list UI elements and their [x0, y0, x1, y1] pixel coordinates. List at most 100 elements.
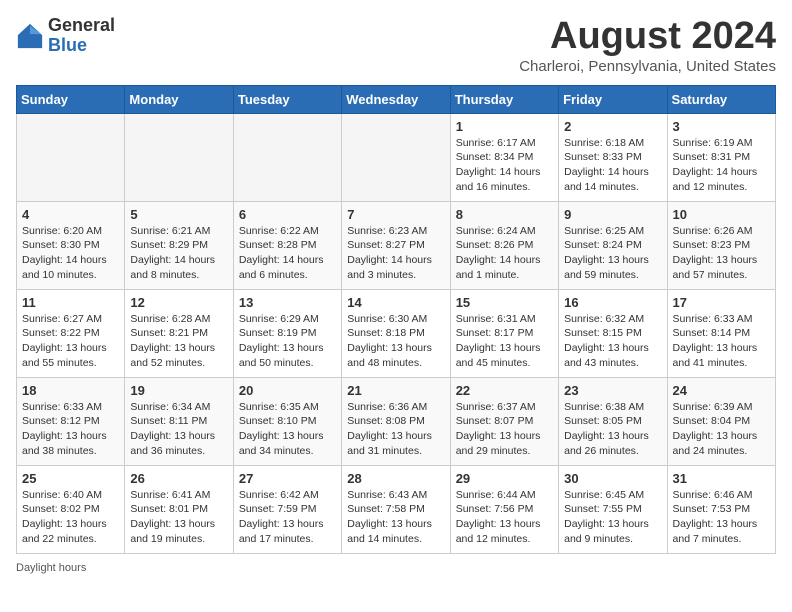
day-number: 7	[347, 207, 444, 222]
day-number: 11	[22, 295, 119, 310]
day-header-saturday: Saturday	[667, 85, 775, 113]
calendar-cell: 18 Sunrise: 6:33 AM Sunset: 8:12 PM Dayli…	[17, 377, 125, 465]
month-title: August 2024	[519, 16, 776, 58]
calendar-cell: 8 Sunrise: 6:24 AM Sunset: 8:26 PM Daylig…	[450, 201, 558, 289]
calendar-cell: 1 Sunrise: 6:17 AM Sunset: 8:34 PM Daylig…	[450, 113, 558, 201]
day-info: Sunrise: 6:17 AM Sunset: 8:34 PM Dayligh…	[456, 136, 553, 195]
day-number: 19	[130, 383, 227, 398]
day-number: 10	[673, 207, 770, 222]
day-number: 30	[564, 471, 661, 486]
day-info: Sunrise: 6:23 AM Sunset: 8:27 PM Dayligh…	[347, 224, 444, 283]
title-area: August 2024 Charleroi, Pennsylvania, Uni…	[519, 16, 776, 75]
calendar-cell: 12 Sunrise: 6:28 AM Sunset: 8:21 PM Dayli…	[125, 289, 233, 377]
day-number: 31	[673, 471, 770, 486]
day-number: 16	[564, 295, 661, 310]
calendar-cell: 5Sunrise: 6:21 AM Sunset: 8:29 PM Daylig…	[125, 201, 233, 289]
day-info: Sunrise: 6:46 AM Sunset: 7:53 PM Dayligh…	[673, 488, 770, 547]
day-info: Sunrise: 6:30 AM Sunset: 8:18 PM Dayligh…	[347, 312, 444, 371]
calendar-cell: 23Sunrise: 6:38 AM Sunset: 8:05 PM Dayli…	[559, 377, 667, 465]
week-row-3: 11 Sunrise: 6:27 AM Sunset: 8:22 PM Dayli…	[17, 289, 776, 377]
day-header-friday: Friday	[559, 85, 667, 113]
calendar-cell: 13 Sunrise: 6:29 AM Sunset: 8:19 PM Dayli…	[233, 289, 341, 377]
days-header-row: SundayMondayTuesdayWednesdayThursdayFrid…	[17, 85, 776, 113]
day-number: 3	[673, 119, 770, 134]
day-info: Sunrise: 6:32 AM Sunset: 8:15 PM Dayligh…	[564, 312, 661, 371]
week-row-2: 4Sunrise: 6:20 AM Sunset: 8:30 PM Daylig…	[17, 201, 776, 289]
day-number: 29	[456, 471, 553, 486]
logo: General Blue	[16, 16, 115, 56]
calendar-cell: 30Sunrise: 6:45 AM Sunset: 7:55 PM Dayli…	[559, 465, 667, 553]
calendar-cell: 19Sunrise: 6:34 AM Sunset: 8:11 PM Dayli…	[125, 377, 233, 465]
calendar-cell: 31 Sunrise: 6:46 AM Sunset: 7:53 PM Dayli…	[667, 465, 775, 553]
calendar-cell: 21 Sunrise: 6:36 AM Sunset: 8:08 PM Dayli…	[342, 377, 450, 465]
calendar-cell: 22 Sunrise: 6:37 AM Sunset: 8:07 PM Dayli…	[450, 377, 558, 465]
day-number: 23	[564, 383, 661, 398]
calendar-cell: 16 Sunrise: 6:32 AM Sunset: 8:15 PM Dayli…	[559, 289, 667, 377]
calendar-cell	[125, 113, 233, 201]
logo-icon	[16, 22, 44, 50]
day-info: Sunrise: 6:27 AM Sunset: 8:22 PM Dayligh…	[22, 312, 119, 371]
day-number: 6	[239, 207, 336, 222]
day-info: Sunrise: 6:18 AM Sunset: 8:33 PM Dayligh…	[564, 136, 661, 195]
day-header-tuesday: Tuesday	[233, 85, 341, 113]
day-number: 13	[239, 295, 336, 310]
calendar-cell: 2 Sunrise: 6:18 AM Sunset: 8:33 PM Daylig…	[559, 113, 667, 201]
calendar-cell: 28Sunrise: 6:43 AM Sunset: 7:58 PM Dayli…	[342, 465, 450, 553]
footer-note: Daylight hours	[16, 562, 776, 574]
calendar-cell: 15Sunrise: 6:31 AM Sunset: 8:17 PM Dayli…	[450, 289, 558, 377]
day-number: 20	[239, 383, 336, 398]
calendar-cell: 27Sunrise: 6:42 AM Sunset: 7:59 PM Dayli…	[233, 465, 341, 553]
day-number: 12	[130, 295, 227, 310]
calendar-cell: 6 Sunrise: 6:22 AM Sunset: 8:28 PM Daylig…	[233, 201, 341, 289]
day-info: Sunrise: 6:40 AM Sunset: 8:02 PM Dayligh…	[22, 488, 119, 547]
calendar-cell	[233, 113, 341, 201]
day-number: 26	[130, 471, 227, 486]
week-row-5: 25 Sunrise: 6:40 AM Sunset: 8:02 PM Dayli…	[17, 465, 776, 553]
calendar-cell: 7 Sunrise: 6:23 AM Sunset: 8:27 PM Daylig…	[342, 201, 450, 289]
day-number: 8	[456, 207, 553, 222]
day-info: Sunrise: 6:43 AM Sunset: 7:58 PM Dayligh…	[347, 488, 444, 547]
calendar-cell: 17 Sunrise: 6:33 AM Sunset: 8:14 PM Dayli…	[667, 289, 775, 377]
day-number: 24	[673, 383, 770, 398]
day-number: 9	[564, 207, 661, 222]
day-number: 22	[456, 383, 553, 398]
day-info: Sunrise: 6:41 AM Sunset: 8:01 PM Dayligh…	[130, 488, 227, 547]
day-info: Sunrise: 6:36 AM Sunset: 8:08 PM Dayligh…	[347, 400, 444, 459]
day-number: 15	[456, 295, 553, 310]
calendar-cell: 4Sunrise: 6:20 AM Sunset: 8:30 PM Daylig…	[17, 201, 125, 289]
day-info: Sunrise: 6:25 AM Sunset: 8:24 PM Dayligh…	[564, 224, 661, 283]
day-info: Sunrise: 6:21 AM Sunset: 8:29 PM Dayligh…	[130, 224, 227, 283]
logo-text: General Blue	[48, 16, 115, 56]
calendar-cell: 9 Sunrise: 6:25 AM Sunset: 8:24 PM Daylig…	[559, 201, 667, 289]
day-info: Sunrise: 6:22 AM Sunset: 8:28 PM Dayligh…	[239, 224, 336, 283]
day-number: 25	[22, 471, 119, 486]
day-info: Sunrise: 6:39 AM Sunset: 8:04 PM Dayligh…	[673, 400, 770, 459]
calendar-cell: 24 Sunrise: 6:39 AM Sunset: 8:04 PM Dayli…	[667, 377, 775, 465]
day-info: Sunrise: 6:19 AM Sunset: 8:31 PM Dayligh…	[673, 136, 770, 195]
calendar-table: SundayMondayTuesdayWednesdayThursdayFrid…	[16, 85, 776, 554]
day-info: Sunrise: 6:29 AM Sunset: 8:19 PM Dayligh…	[239, 312, 336, 371]
day-number: 18	[22, 383, 119, 398]
calendar-cell: 10Sunrise: 6:26 AM Sunset: 8:23 PM Dayli…	[667, 201, 775, 289]
day-number: 2	[564, 119, 661, 134]
calendar-cell: 25 Sunrise: 6:40 AM Sunset: 8:02 PM Dayli…	[17, 465, 125, 553]
calendar-cell: 26 Sunrise: 6:41 AM Sunset: 8:01 PM Dayli…	[125, 465, 233, 553]
day-number: 14	[347, 295, 444, 310]
day-number: 27	[239, 471, 336, 486]
day-info: Sunrise: 6:24 AM Sunset: 8:26 PM Dayligh…	[456, 224, 553, 283]
day-header-monday: Monday	[125, 85, 233, 113]
day-number: 17	[673, 295, 770, 310]
day-header-wednesday: Wednesday	[342, 85, 450, 113]
day-info: Sunrise: 6:37 AM Sunset: 8:07 PM Dayligh…	[456, 400, 553, 459]
day-number: 1	[456, 119, 553, 134]
calendar-cell	[17, 113, 125, 201]
day-info: Sunrise: 6:28 AM Sunset: 8:21 PM Dayligh…	[130, 312, 227, 371]
day-info: Sunrise: 6:33 AM Sunset: 8:12 PM Dayligh…	[22, 400, 119, 459]
day-header-sunday: Sunday	[17, 85, 125, 113]
day-info: Sunrise: 6:33 AM Sunset: 8:14 PM Dayligh…	[673, 312, 770, 371]
calendar-cell: 11 Sunrise: 6:27 AM Sunset: 8:22 PM Dayli…	[17, 289, 125, 377]
day-number: 4	[22, 207, 119, 222]
day-number: 21	[347, 383, 444, 398]
day-info: Sunrise: 6:44 AM Sunset: 7:56 PM Dayligh…	[456, 488, 553, 547]
calendar-cell: 29 Sunrise: 6:44 AM Sunset: 7:56 PM Dayli…	[450, 465, 558, 553]
